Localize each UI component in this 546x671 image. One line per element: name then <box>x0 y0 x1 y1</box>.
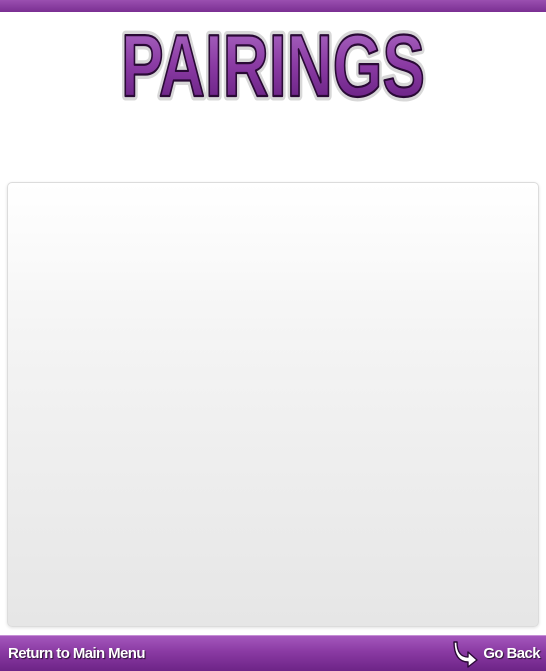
pairings-screen: PAIRINGS PAIRINGS Return to Main Menu Go… <box>0 0 546 671</box>
bottom-navigation-bar: Return to Main Menu Go Back <box>0 635 546 671</box>
go-back-label: Go Back <box>483 645 540 662</box>
page-header: PAIRINGS PAIRINGS <box>0 12 546 120</box>
page-title-graphic: PAIRINGS PAIRINGS <box>117 12 430 120</box>
return-to-main-menu-link[interactable]: Return to Main Menu <box>8 636 146 671</box>
return-to-main-menu-label: Return to Main Menu <box>8 645 146 662</box>
page-title: PAIRINGS <box>121 16 425 115</box>
curved-arrow-icon <box>453 640 479 668</box>
pairings-content-panel <box>7 182 539 627</box>
go-back-button[interactable]: Go Back <box>453 636 541 671</box>
top-accent-bar <box>0 0 546 12</box>
